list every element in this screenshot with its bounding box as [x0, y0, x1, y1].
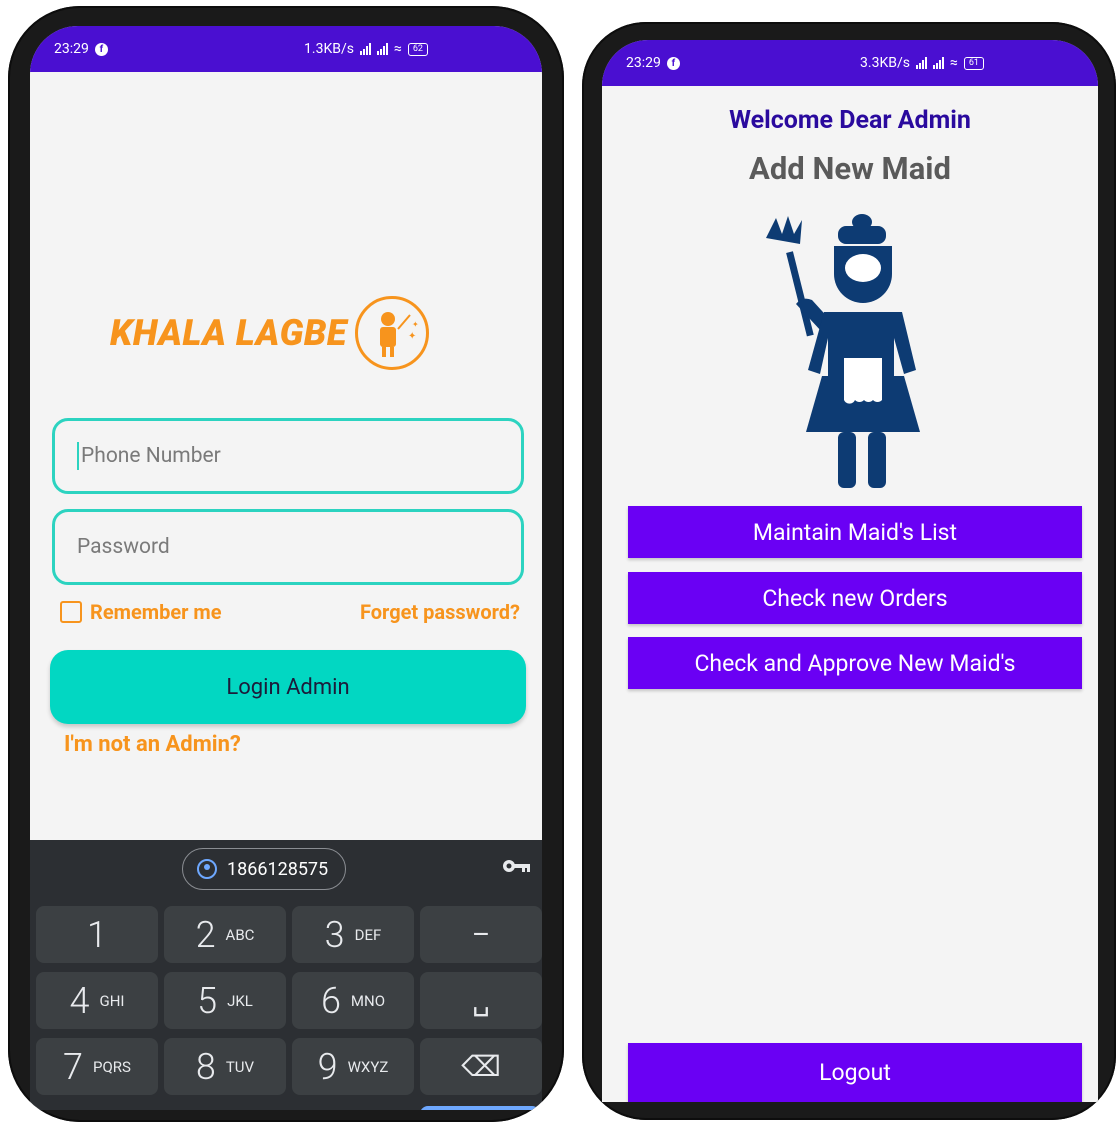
logo-text: KHALA LAGBE	[110, 312, 347, 354]
phone-number-placeholder: Phone Number	[81, 444, 221, 468]
suggestion-text: 1866128575	[227, 858, 329, 880]
keypad-key[interactable]: 5 JKL	[164, 972, 286, 1029]
key-letters: MNO	[350, 991, 386, 1010]
key-label: ␣	[472, 984, 490, 1017]
keypad-key[interactable]: 4 GHI	[36, 972, 158, 1029]
keypad-key[interactable]: ⌫	[420, 1038, 542, 1095]
keypad-key[interactable]: 3 DEF	[292, 906, 414, 963]
key-label: –	[471, 918, 491, 951]
key-letters: GHI	[99, 991, 125, 1010]
key-label: 6	[320, 979, 341, 1022]
keypad-key[interactable]: 2 ABC	[164, 906, 286, 963]
key-letters: WXYZ	[347, 1057, 389, 1076]
svg-text:✦: ✦	[408, 331, 416, 342]
approve-new-maids-button[interactable]: Check and Approve New Maid's	[628, 637, 1082, 689]
maid-icon[interactable]	[750, 208, 940, 498]
login-admin-button[interactable]: Login Admin	[50, 650, 526, 724]
key-label: 5	[197, 979, 218, 1022]
key-letters: TUV	[225, 1057, 255, 1076]
password-key-icon[interactable]	[502, 858, 532, 874]
key-label: 8	[195, 1045, 216, 1088]
remember-me-label[interactable]: Remember me	[90, 600, 222, 624]
remember-row: Remember me Forget password?	[60, 600, 520, 624]
logout-button[interactable]: Logout	[628, 1043, 1082, 1102]
key-letters: DEF	[354, 925, 382, 944]
text-caret	[77, 442, 79, 470]
phone-frame-admin: 23:29 f 3.3KB/s ≈ 61 Welcome Dear Admin …	[582, 22, 1116, 1120]
key-label: ⌫	[461, 1050, 501, 1083]
key-label: 4	[69, 979, 90, 1022]
key-label: 1	[87, 913, 107, 956]
maid-logo-icon: ✦ ✦	[354, 296, 429, 370]
key-letters: JKL	[227, 991, 253, 1010]
admin-screen: 23:29 f 3.3KB/s ≈ 61 Welcome Dear Admin …	[602, 40, 1098, 1102]
status-bar: 23:29 f 1.3KB/s ≈ 62	[30, 26, 542, 72]
key-letters: PQRS	[93, 1057, 131, 1076]
battery-icon: 62	[407, 42, 428, 56]
enter-key[interactable]	[420, 1106, 540, 1110]
keypad-key[interactable]: 1	[36, 906, 158, 963]
svg-text:✦: ✦	[412, 320, 419, 329]
status-time: 23:29	[626, 55, 661, 71]
status-bar: 23:29 f 3.3KB/s ≈ 61	[602, 40, 1098, 86]
not-admin-link[interactable]: I'm not an Admin?	[64, 732, 241, 757]
keypad-key[interactable]: 8 TUV	[164, 1038, 286, 1095]
signal-icon	[915, 57, 927, 69]
wifi-icon: ≈	[393, 41, 402, 57]
network-speed: 3.3KB/s	[860, 55, 910, 71]
facebook-icon: f	[94, 42, 108, 56]
password-input[interactable]: Password	[52, 509, 524, 585]
keypad-key[interactable]: 6 MNO	[292, 972, 414, 1029]
signal-icon	[376, 43, 388, 55]
facebook-icon: f	[666, 56, 680, 70]
keypad-key[interactable]: ␣	[420, 972, 542, 1029]
signal-icon	[932, 57, 944, 69]
status-time: 23:29	[54, 41, 89, 57]
login-screen: 23:29 f 1.3KB/s ≈ 62 KHALA LAGBE ✦ ✦ Pho…	[30, 26, 542, 1110]
add-new-maid-heading[interactable]: Add New Maid	[602, 150, 1098, 187]
keypad-key[interactable]: 9 WXYZ	[292, 1038, 414, 1095]
keypad-key[interactable]: –	[420, 906, 542, 963]
maintain-maid-list-button[interactable]: Maintain Maid's List	[628, 506, 1082, 558]
wifi-icon: ≈	[949, 55, 958, 71]
key-label: 9	[317, 1045, 338, 1088]
key-label: 3	[324, 913, 345, 956]
check-new-orders-button[interactable]: Check new Orders	[628, 572, 1082, 624]
contact-icon	[197, 859, 217, 879]
phone-frame-login: 23:29 f 1.3KB/s ≈ 62 KHALA LAGBE ✦ ✦ Pho…	[8, 6, 564, 1122]
remember-me-checkbox[interactable]	[60, 601, 82, 623]
password-placeholder: Password	[77, 535, 170, 559]
signal-icon	[359, 43, 371, 55]
welcome-heading: Welcome Dear Admin	[729, 106, 971, 135]
forget-password-link[interactable]: Forget password?	[360, 600, 520, 624]
key-label: 2	[195, 913, 216, 956]
key-label: 7	[63, 1045, 84, 1088]
app-logo: KHALA LAGBE ✦ ✦	[110, 296, 429, 370]
phone-number-input[interactable]: Phone Number	[52, 418, 524, 494]
network-speed: 1.3KB/s	[304, 41, 354, 57]
key-letters: ABC	[225, 925, 255, 944]
keypad-key[interactable]: 7 PQRS	[36, 1038, 158, 1095]
battery-icon: 61	[963, 56, 984, 70]
numeric-keyboard: 1866128575 1 2 ABC 3 DEF – 4 GHI 5 JKL 6 MNO ␣ 7 PQRS 8…	[30, 840, 542, 1110]
autofill-suggestion[interactable]: 1866128575	[182, 848, 346, 890]
